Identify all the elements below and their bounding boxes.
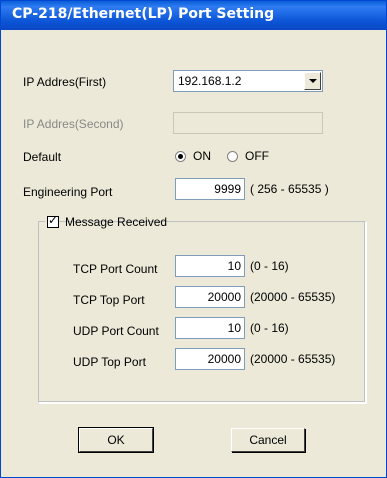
default-label: Default bbox=[23, 150, 62, 164]
window-title: CP-218/Ethernet(LP) Port Setting bbox=[12, 6, 275, 22]
engineering-port-label: Engineering Port bbox=[23, 185, 113, 199]
engineering-port-value: 9999 bbox=[214, 182, 241, 196]
tcp-port-count-range: (0 - 16) bbox=[250, 259, 289, 273]
default-on-label[interactable]: ON bbox=[193, 149, 211, 163]
default-off-radio[interactable] bbox=[227, 151, 238, 162]
ip-first-value: 192.168.1.2 bbox=[178, 74, 242, 88]
title-bar[interactable]: CP-218/Ethernet(LP) Port Setting bbox=[1, 1, 386, 30]
udp-top-port-value: 20000 bbox=[207, 352, 241, 366]
message-received-label[interactable]: Message Received bbox=[65, 215, 167, 229]
cancel-button[interactable]: Cancel bbox=[231, 428, 305, 452]
default-on-radio[interactable] bbox=[175, 151, 186, 162]
message-received-group bbox=[38, 221, 366, 403]
message-received-header[interactable]: ✓ Message Received bbox=[45, 213, 167, 230]
udp-port-count-field[interactable]: 10 bbox=[175, 317, 245, 339]
ip-first-combobox[interactable]: 192.168.1.2 bbox=[173, 70, 323, 92]
tcp-top-port-value: 20000 bbox=[207, 290, 241, 304]
dialog-body: IP Addres(First) 192.168.1.2 IP Addres(S… bbox=[5, 30, 382, 475]
checkmark-icon: ✓ bbox=[48, 213, 59, 227]
engineering-port-range: ( 256 - 65535 ) bbox=[250, 182, 329, 196]
cancel-button-label: Cancel bbox=[249, 433, 287, 447]
tcp-port-count-label: TCP Port Count bbox=[73, 262, 158, 276]
ip-first-label: IP Addres(First) bbox=[23, 75, 107, 89]
udp-top-port-range: (20000 - 65535) bbox=[250, 352, 336, 366]
ip-second-field[interactable] bbox=[173, 112, 323, 134]
radio-selected-dot bbox=[178, 154, 183, 159]
port-setting-dialog: CP-218/Ethernet(LP) Port Setting IP Addr… bbox=[0, 0, 387, 478]
ok-button-label: OK bbox=[107, 433, 125, 447]
udp-port-count-range: (0 - 16) bbox=[250, 321, 289, 335]
ip-second-label: IP Addres(Second) bbox=[23, 117, 124, 131]
tcp-top-port-field[interactable]: 20000 bbox=[175, 286, 245, 308]
ip-first-dropdown-button[interactable] bbox=[304, 72, 321, 90]
engineering-port-field[interactable]: 9999 bbox=[175, 178, 245, 200]
udp-top-port-label: UDP Top Port bbox=[73, 355, 146, 369]
udp-port-count-label: UDP Port Count bbox=[73, 324, 159, 338]
message-received-checkbox[interactable]: ✓ bbox=[47, 213, 59, 228]
default-off-label[interactable]: OFF bbox=[245, 149, 269, 163]
tcp-port-count-value: 10 bbox=[227, 259, 241, 273]
udp-port-count-value: 10 bbox=[227, 321, 241, 335]
tcp-top-port-range: (20000 - 65535) bbox=[250, 290, 336, 304]
tcp-port-count-field[interactable]: 10 bbox=[175, 255, 245, 277]
chevron-down-icon bbox=[309, 79, 317, 83]
tcp-top-port-label: TCP Top Port bbox=[73, 293, 145, 307]
udp-top-port-field[interactable]: 20000 bbox=[175, 348, 245, 370]
ok-button[interactable]: OK bbox=[78, 427, 154, 453]
